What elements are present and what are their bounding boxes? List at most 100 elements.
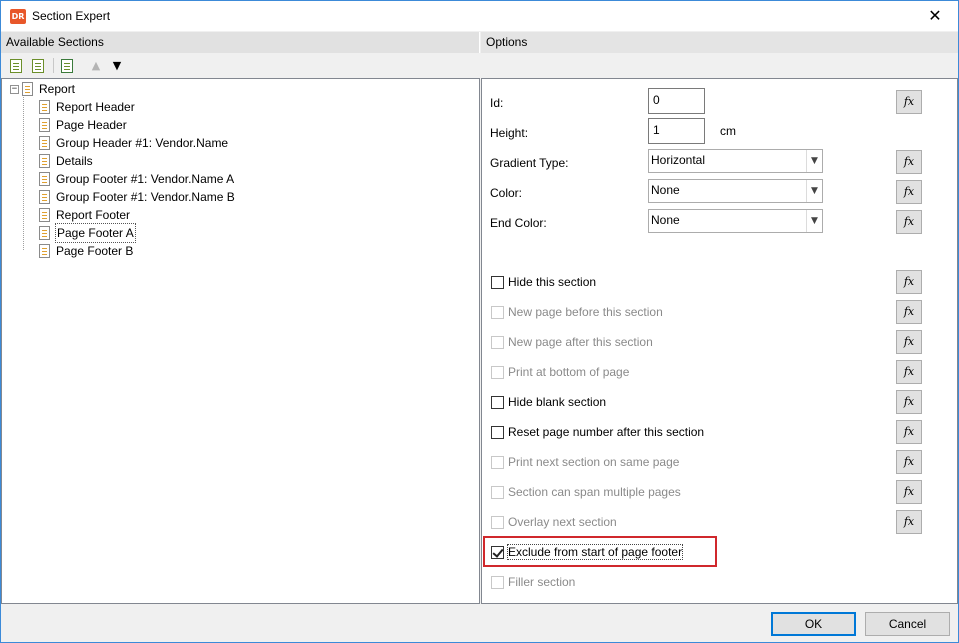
fx-button-print-at-bottom[interactable]: fx [896,360,922,384]
delete-section-icon [32,58,44,73]
section-icon [39,208,50,222]
sections-toolbar: ▲ ▼ [1,53,480,78]
fx-button-end-color[interactable]: fx [896,210,922,234]
color-select[interactable]: None ▼ [648,179,823,203]
id-field[interactable]: 0 [648,88,705,114]
fx-button-hide-blank[interactable]: fx [896,390,922,414]
option-filler-section[interactable]: Filler section [491,573,575,591]
merge-section-icon [61,58,73,73]
window-title: Section Expert [32,9,111,23]
checkbox[interactable] [491,455,504,469]
move-down-button[interactable]: ▼ [108,57,126,74]
move-up-button[interactable]: ▲ [87,57,105,74]
gradient-type-select[interactable]: Horizontal ▼ [648,149,823,173]
option-label: Filler section [508,575,576,589]
height-label: Height: [490,126,529,140]
section-icon [39,244,50,258]
report-icon [22,82,33,96]
option-label: New page after this section [508,335,653,349]
fx-button-new-page-before[interactable]: fx [896,300,922,324]
fx-button-print-next-section[interactable]: fx [896,450,922,474]
option-label: Print at bottom of page [508,365,630,379]
checkbox[interactable] [491,515,504,529]
tree-item[interactable]: Report Footer [39,206,130,224]
id-label: Id: [490,96,504,110]
option-span-multiple-pages[interactable]: Section can span multiple pages [491,483,681,501]
options-header: Options [481,32,958,53]
tree-item-label: Group Footer #1: Vendor.Name A [56,172,235,186]
chevron-down-icon[interactable]: ▼ [806,150,822,172]
tree-item-label: Page Footer A [55,223,136,243]
fx-button-hide-section[interactable]: fx [896,270,922,294]
checkbox[interactable] [491,305,504,319]
chevron-down-icon[interactable]: ▼ [806,210,822,232]
end-color-label: End Color: [490,216,547,230]
fx-button-span-multiple-pages[interactable]: fx [896,480,922,504]
option-print-at-bottom[interactable]: Print at bottom of page [491,363,629,381]
fx-button-reset-page-number[interactable]: fx [896,420,922,444]
gradient-type-label: Gradient Type: [490,156,569,170]
options-panel: Id: 0 fx Height: 1 cm Gradient Type: Hor… [481,78,958,604]
option-hide-section[interactable]: Hide this section [491,273,596,291]
height-field[interactable]: 1 [648,118,705,144]
color-label: Color: [490,186,523,200]
option-print-next-section[interactable]: Print next section on same page [491,453,679,471]
cancel-button[interactable]: Cancel [865,612,950,636]
height-unit-label: cm [720,124,736,138]
option-label: Reset page number after this section [508,425,705,439]
option-new-page-before[interactable]: New page before this section [491,303,663,321]
available-sections-header: Available Sections [1,32,480,53]
tree-item[interactable]: Report Header [39,98,135,116]
section-icon [39,226,50,240]
fx-button-id[interactable]: fx [896,90,922,114]
option-label: Hide this section [508,275,597,289]
tree-item[interactable]: Page Footer B [39,242,133,260]
tree-item-selected[interactable]: Page Footer A [39,223,136,243]
tree-connector [23,97,24,250]
checkbox[interactable] [491,575,504,589]
tree-root-report[interactable]: − Report [10,80,75,98]
tree-item[interactable]: Details [39,152,93,170]
end-color-select[interactable]: None ▼ [648,209,823,233]
arrow-up-icon: ▲ [91,59,101,72]
merge-section-button[interactable] [58,57,76,74]
fx-button-color[interactable]: fx [896,180,922,204]
insert-section-button[interactable] [7,57,25,74]
fx-button-new-page-after[interactable]: fx [896,330,922,354]
tree-item[interactable]: Group Footer #1: Vendor.Name B [39,188,235,206]
tree-root-label: Report [39,82,76,96]
tree-item-label: Report Footer [56,208,131,222]
checkbox[interactable] [491,275,504,289]
section-expert-dialog: DR Section Expert ✕ Available Sections O… [0,0,959,643]
checkbox[interactable] [491,365,504,379]
section-icon [39,100,50,114]
fx-button-gradient[interactable]: fx [896,150,922,174]
highlight-annotation [483,536,717,567]
toolbar-separator [53,58,54,73]
close-icon: ✕ [928,6,942,25]
close-button[interactable]: ✕ [912,1,958,31]
tree-item[interactable]: Group Header #1: Vendor.Name [39,134,228,152]
sections-tree[interactable]: − Report Report Header Page Header Group… [1,78,480,604]
tree-item-label: Page Footer B [56,244,134,258]
checkbox[interactable] [491,395,504,409]
tree-item-label: Details [56,154,93,168]
checkbox[interactable] [491,485,504,499]
tree-item[interactable]: Group Footer #1: Vendor.Name A [39,170,234,188]
delete-section-button[interactable] [29,57,47,74]
checkbox[interactable] [491,335,504,349]
option-label: Hide blank section [508,395,607,409]
option-new-page-after[interactable]: New page after this section [491,333,653,351]
option-hide-blank-section[interactable]: Hide blank section [491,393,606,411]
gradient-type-value: Horizontal [651,153,706,167]
section-icon [39,190,50,204]
tree-item[interactable]: Page Header [39,116,127,134]
option-reset-page-number[interactable]: Reset page number after this section [491,423,704,441]
option-overlay-next-section[interactable]: Overlay next section [491,513,617,531]
checkbox[interactable] [491,425,504,439]
fx-button-overlay-next-section[interactable]: fx [896,510,922,534]
ok-button[interactable]: OK [771,612,856,636]
option-label: Print next section on same page [508,455,680,469]
chevron-down-icon[interactable]: ▼ [806,180,822,202]
collapse-icon[interactable]: − [10,84,19,94]
